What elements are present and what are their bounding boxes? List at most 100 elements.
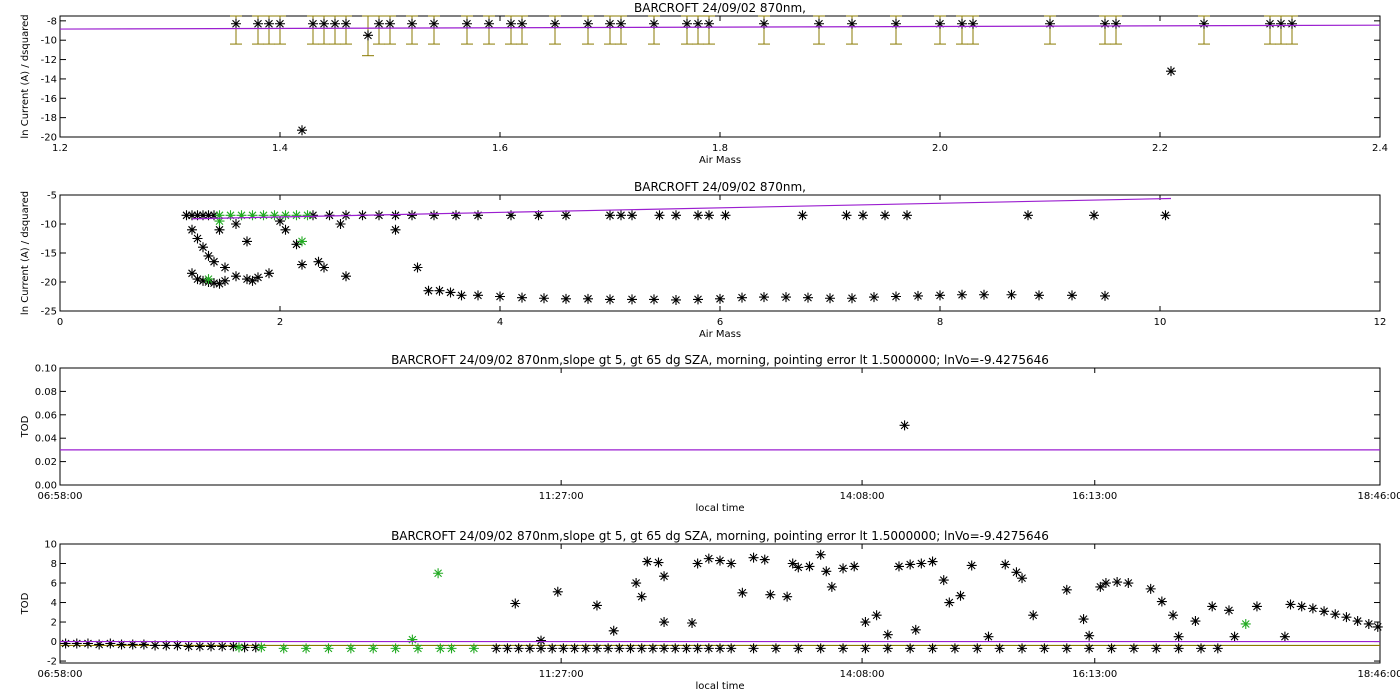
x-tick-label: 14:08:00: [840, 669, 885, 680]
data-point: [1034, 290, 1044, 301]
green-point: [302, 210, 313, 221]
data-point: [1207, 601, 1218, 612]
data-point: [242, 236, 252, 247]
data-point: [927, 556, 938, 567]
data-point: [871, 610, 882, 621]
data-point: [670, 643, 681, 654]
data-point: [979, 289, 989, 300]
data-point: [539, 293, 549, 304]
data-point: [1166, 66, 1176, 77]
y-tick-label: 10: [44, 540, 57, 551]
data-point: [913, 290, 923, 301]
data-point: [1112, 577, 1123, 588]
data-point: [341, 271, 351, 282]
data-point: [591, 643, 602, 654]
data-point: [1017, 643, 1028, 654]
data-point: [374, 18, 384, 29]
panel-3-ylabel: TOD: [20, 415, 31, 438]
data-point: [462, 18, 472, 29]
y-tick-label: -15: [41, 249, 57, 260]
data-point: [1067, 290, 1077, 301]
data-point: [748, 552, 759, 563]
data-point: [905, 643, 916, 654]
green-point: [256, 642, 267, 653]
data-point: [905, 559, 916, 570]
x-tick-label: 16:13:00: [1072, 491, 1117, 502]
data-point: [1156, 596, 1167, 607]
green-point: [225, 210, 236, 221]
data-point: [949, 643, 960, 654]
y-tick-label: 8: [51, 559, 57, 570]
data-point: [1006, 289, 1017, 300]
data-point: [847, 293, 857, 304]
data-point: [1296, 601, 1307, 612]
data-point: [781, 292, 791, 303]
data-point: [966, 560, 977, 571]
data-point: [192, 233, 203, 244]
data-point: [653, 557, 664, 568]
data-point: [206, 641, 217, 652]
y-tick-label: 0: [51, 637, 57, 648]
data-point: [1061, 584, 1072, 595]
x-tick-label: 16:13:00: [1072, 669, 1117, 680]
data-point: [495, 291, 505, 302]
data-point: [642, 556, 653, 567]
data-point: [1212, 643, 1223, 654]
data-point: [636, 591, 647, 602]
data-point: [502, 643, 513, 654]
data-point: [625, 643, 636, 654]
x-tick-label: 4: [497, 317, 503, 328]
panel-2-frame: [59, 194, 1381, 312]
data-point: [214, 224, 225, 235]
data-point: [1023, 210, 1033, 221]
data-point: [994, 643, 1005, 654]
data-point: [703, 553, 714, 564]
data-point: [1017, 573, 1028, 584]
data-point: [838, 563, 849, 574]
data-point: [491, 643, 502, 654]
x-tick-label: 2.2: [1152, 143, 1168, 154]
data-point: [513, 643, 524, 654]
data-point: [715, 293, 725, 304]
data-point: [569, 643, 580, 654]
data-point: [927, 643, 938, 654]
x-tick-label: 14:08:00: [840, 491, 885, 502]
panel-1-title: BARCROFT 24/09/02 870nm,: [634, 1, 806, 15]
data-point: [782, 591, 793, 602]
green-point: [435, 643, 446, 654]
data-point: [1145, 583, 1156, 594]
data-point: [561, 293, 571, 304]
y-tick-label: -16: [41, 94, 57, 105]
data-point: [983, 631, 994, 642]
data-point: [692, 643, 703, 654]
data-point: [1307, 603, 1318, 614]
data-point: [891, 18, 901, 29]
data-point: [687, 618, 698, 629]
x-tick-label: 0: [57, 317, 63, 328]
data-point: [654, 210, 665, 221]
data-point: [649, 294, 659, 305]
green-point: [269, 210, 280, 221]
x-tick-label: 8: [937, 317, 943, 328]
y-tick-label: -2: [47, 657, 57, 668]
data-point: [547, 643, 558, 654]
data-point: [616, 210, 626, 221]
data-point: [737, 292, 747, 303]
data-point: [726, 558, 737, 569]
data-point: [899, 420, 910, 431]
data-point: [659, 643, 670, 654]
data-point: [636, 643, 647, 654]
x-tick-label: 11:27:00: [539, 491, 584, 502]
x-tick-label: 18:46:00: [1358, 669, 1400, 680]
data-point: [291, 239, 302, 250]
x-tick-label: 12: [1374, 317, 1387, 328]
data-point: [1123, 578, 1134, 589]
data-point: [1173, 631, 1184, 642]
y-tick-label: 4: [51, 598, 57, 609]
data-point: [803, 292, 813, 303]
data-point: [1251, 601, 1262, 612]
data-point: [972, 643, 983, 654]
data-point: [319, 262, 329, 273]
data-point: [1039, 643, 1050, 654]
data-point: [955, 590, 966, 601]
